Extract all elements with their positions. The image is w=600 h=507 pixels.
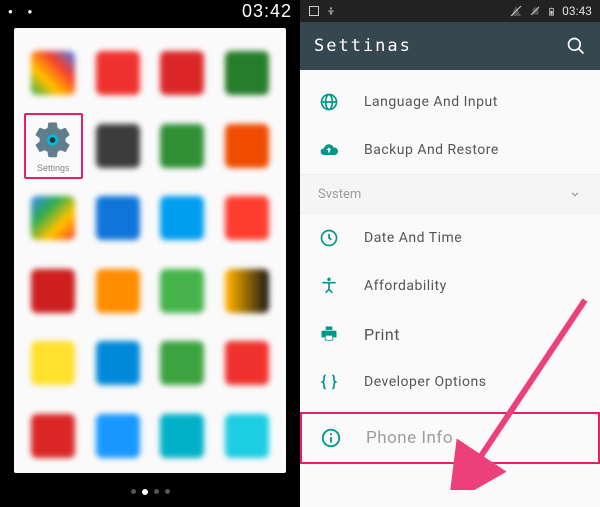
row-label: Print [364,325,400,344]
app-icon[interactable] [24,258,83,325]
row-backup-restore[interactable]: Backup And Restore [300,126,600,174]
app-icon[interactable] [153,40,212,107]
clock-icon [318,227,340,249]
app-icon[interactable] [24,185,83,252]
section-header-system[interactable]: Svstem [300,174,600,214]
settings-app-label: Settings [37,163,70,173]
row-affordability[interactable]: Affordability [300,262,600,310]
settings-appbar: Settinas [300,22,600,70]
status-time-right: 03:43 [562,4,592,18]
settings-list: Language And Input Backup And Restore Sv… [300,70,600,464]
app-drawer[interactable]: Settings [14,28,286,473]
page-indicator [0,489,300,495]
app-icon[interactable] [218,258,277,325]
app-icon[interactable] [153,113,212,180]
status-dots: ● ● [8,7,34,16]
row-phone-info[interactable]: Phone Info [300,412,600,464]
app-icon[interactable] [153,185,212,252]
info-icon [320,427,342,449]
app-icon[interactable] [24,40,83,107]
appbar-title: Settinas [314,36,412,56]
app-icon[interactable] [89,113,148,180]
row-label: Language And Input [364,94,498,110]
print-icon [318,323,340,345]
app-icon[interactable] [89,403,148,470]
app-icon[interactable] [24,330,83,397]
section-label: Svstem [318,187,361,202]
row-developer-options[interactable]: Developer Options [300,358,600,406]
row-date-time[interactable]: Date And Time [300,214,600,262]
row-language-input[interactable]: Language And Input [300,78,600,126]
accessibility-icon [318,275,340,297]
row-label: Affordability [364,278,447,294]
app-icon[interactable] [89,185,148,252]
app-icon[interactable] [24,403,83,470]
app-icon[interactable] [218,330,277,397]
braces-icon [318,371,340,393]
row-label: Developer Options [364,374,486,390]
left-phone-frame: ● ● 03:42 Settings [0,0,300,507]
globe-icon [318,91,340,113]
row-label: Backup And Restore [364,142,499,158]
row-print[interactable]: Print [300,310,600,358]
app-icon[interactable] [153,330,212,397]
row-label: Phone Info [366,428,453,448]
app-icon[interactable] [89,330,148,397]
app-icon[interactable] [153,258,212,325]
app-icon[interactable] [218,113,277,180]
settings-app-icon[interactable]: Settings [24,113,83,180]
app-icon[interactable] [89,40,148,107]
app-icon[interactable] [218,185,277,252]
status-bar-right: 03:43 [300,0,600,22]
app-icon[interactable] [218,403,277,470]
status-bar-left: ● ● 03:42 [0,0,300,22]
status-time-left: 03:42 [242,1,292,22]
search-icon[interactable] [566,36,586,56]
row-label: Date And Time [364,230,462,246]
battery-icon [547,5,556,18]
right-phone-frame: 03:43 Settinas Language And Input Backup… [300,0,600,507]
no-signal-icon [509,5,523,17]
app-icon[interactable] [218,40,277,107]
screenshot-icon [308,5,320,17]
app-icon[interactable] [153,403,212,470]
cloud-upload-icon [318,139,340,161]
chevron-down-icon [568,187,582,201]
gear-icon [32,119,74,161]
usb-icon [326,5,336,17]
app-icon[interactable] [89,258,148,325]
no-sim-icon [529,5,541,17]
